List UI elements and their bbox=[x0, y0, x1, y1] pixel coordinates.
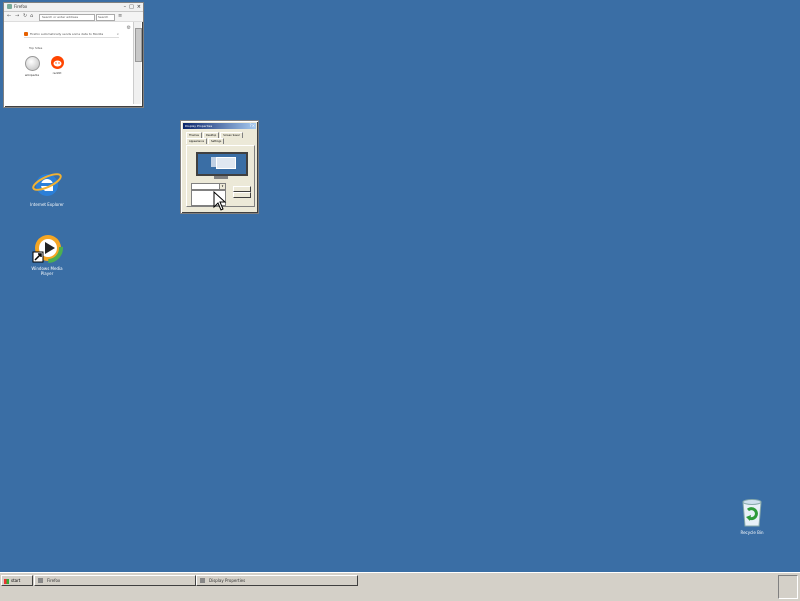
tab-appearance[interactable]: Appearance bbox=[186, 138, 208, 144]
browser-tab-title[interactable]: Firefox bbox=[14, 4, 27, 9]
monitor-preview bbox=[196, 152, 248, 176]
reload-icon[interactable]: ↻ bbox=[23, 13, 27, 19]
desktop-icon-label: Recycle Bin bbox=[740, 530, 764, 535]
mouse-cursor-icon bbox=[213, 191, 227, 211]
taskbar-item-browser[interactable]: Firefox bbox=[34, 575, 196, 586]
reddit-icon bbox=[50, 56, 64, 69]
top-site-label: wikipedia bbox=[24, 73, 40, 77]
chevron-down-icon[interactable]: ▾ bbox=[219, 184, 225, 189]
taskbar-item-display-properties[interactable]: Display Properties bbox=[196, 575, 358, 586]
firefox-icon bbox=[24, 32, 28, 36]
dropdown-select[interactable]: ▾ bbox=[191, 183, 226, 190]
forward-icon[interactable]: → bbox=[15, 13, 19, 19]
close-icon[interactable]: × bbox=[116, 31, 119, 37]
firefox-icon bbox=[38, 578, 43, 583]
top-site-reddit[interactable]: reddit bbox=[49, 56, 65, 75]
scrollbar-thumb[interactable] bbox=[135, 28, 142, 62]
windows-media-player-icon bbox=[31, 232, 63, 264]
dialog-title: Display Properties bbox=[185, 124, 213, 128]
data-notice: Firefox automatically sends some data to… bbox=[24, 31, 119, 38]
menu-icon[interactable]: ≡ bbox=[118, 13, 122, 19]
desktop-icon-windows-media-player[interactable]: Windows Media Player bbox=[25, 232, 69, 276]
wikipedia-icon bbox=[24, 56, 40, 71]
preview-window bbox=[216, 157, 236, 169]
display-icon bbox=[200, 578, 205, 583]
close-icon[interactable]: ?× bbox=[250, 123, 255, 129]
dialog-titlebar[interactable]: Display Properties ?× bbox=[183, 123, 256, 129]
taskbar-item-label: Display Properties bbox=[209, 578, 246, 583]
browser-window[interactable]: Firefox – □ × ← → ↻ ⌂ Search or enter ad… bbox=[3, 2, 144, 108]
maximize-icon[interactable]: □ bbox=[129, 4, 134, 10]
browser-titlebar[interactable]: Firefox – □ × bbox=[4, 3, 143, 12]
display-properties-dialog[interactable]: Display Properties ?× Themes Desktop Scr… bbox=[180, 120, 259, 214]
top-sites-heading: Top Sites bbox=[29, 46, 43, 50]
search-input[interactable]: Search bbox=[96, 14, 115, 21]
minimize-icon[interactable]: – bbox=[124, 4, 127, 10]
home-icon[interactable]: ⌂ bbox=[30, 13, 33, 19]
top-site-label: reddit bbox=[52, 71, 62, 75]
windows-logo-icon bbox=[4, 578, 9, 584]
system-tray bbox=[778, 575, 798, 599]
taskbar-item-label: Firefox bbox=[47, 578, 61, 583]
gear-icon[interactable]: ⚙ bbox=[127, 25, 131, 31]
tab-settings[interactable]: Settings bbox=[208, 138, 225, 144]
desktop-icon-label: Windows Media Player bbox=[31, 266, 63, 276]
customize-button[interactable] bbox=[233, 192, 251, 198]
address-bar[interactable]: Search or enter address bbox=[39, 14, 95, 21]
desktop-icon-internet-explorer[interactable]: Internet Explorer bbox=[25, 168, 69, 207]
monitor-stand bbox=[214, 176, 228, 179]
desktop-icon-recycle-bin[interactable]: Recycle Bin bbox=[730, 496, 774, 535]
dialog-tabs: Themes Desktop Screen Saver Appearance S… bbox=[186, 132, 255, 144]
browser-navbar: ← → ↻ ⌂ Search or enter address Search ≡ bbox=[4, 12, 143, 22]
top-site-wikipedia[interactable]: wikipedia bbox=[24, 56, 40, 77]
internet-explorer-icon bbox=[31, 168, 63, 200]
desktop-icon-label: Internet Explorer bbox=[30, 202, 64, 207]
vertical-scrollbar[interactable] bbox=[133, 22, 142, 104]
recycle-bin-icon bbox=[736, 496, 768, 528]
back-icon[interactable]: ← bbox=[7, 13, 11, 19]
start-label: start bbox=[11, 578, 21, 583]
start-button[interactable]: start bbox=[1, 575, 33, 586]
notice-text: Firefox automatically sends some data to… bbox=[30, 32, 104, 36]
taskbar: start Firefox Display Properties bbox=[0, 572, 800, 601]
firefox-icon bbox=[7, 4, 12, 9]
close-icon[interactable]: × bbox=[137, 4, 141, 10]
